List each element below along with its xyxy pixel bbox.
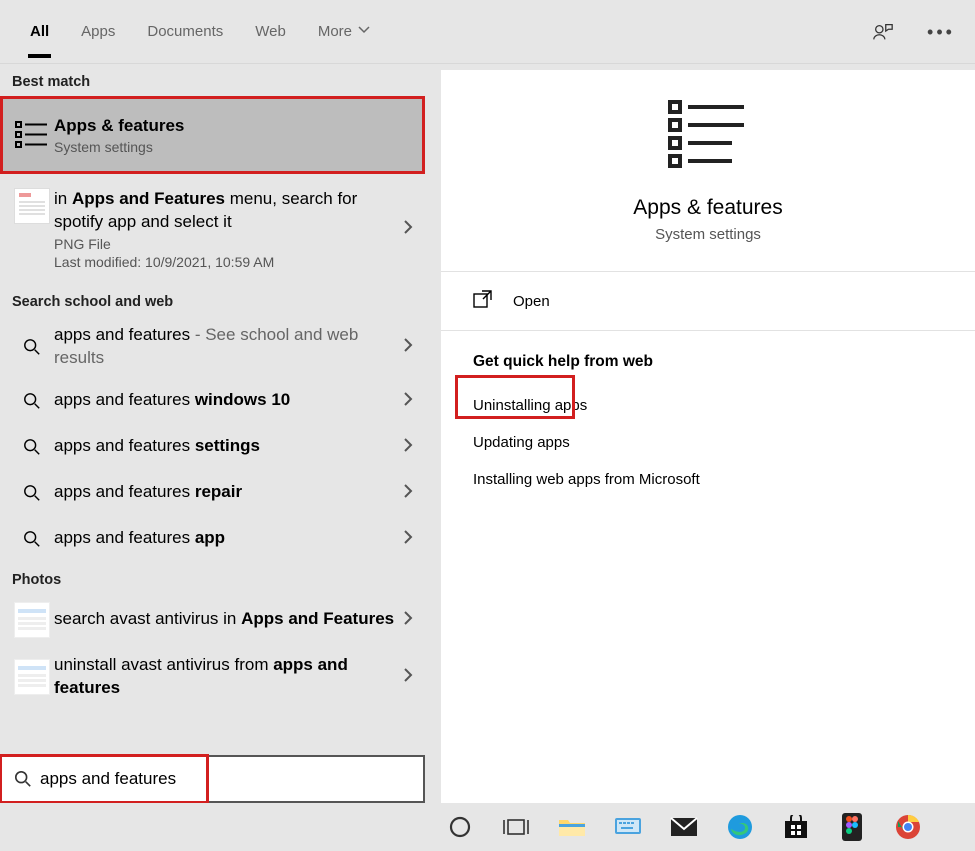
open-label: Open [513, 293, 550, 310]
photo-result-1[interactable]: search avast antivirus in Apps and Featu… [0, 594, 425, 646]
search-input-bar[interactable] [0, 755, 425, 803]
search-icon [10, 530, 54, 548]
suggestion-2[interactable]: apps and features windows 10 [0, 378, 425, 424]
suggestion-3[interactable]: apps and features settings [0, 424, 425, 470]
png-filetype: PNG File [54, 236, 397, 252]
search-icon [10, 484, 54, 502]
chevron-right-icon [403, 667, 413, 687]
search-icon [10, 392, 54, 410]
search-icon [14, 770, 32, 788]
figma-icon[interactable] [835, 810, 869, 844]
tab-more-label: More [318, 23, 352, 40]
file-explorer-icon[interactable] [555, 810, 589, 844]
suggestion-4[interactable]: apps and features repair [0, 470, 425, 516]
detail-panel: Apps & features System settings Open Get… [441, 70, 975, 803]
suggestion-1[interactable]: apps and features - See school and web r… [0, 316, 425, 378]
chevron-right-icon [403, 610, 413, 630]
suggestion-text: apps and features - See school and web r… [54, 324, 397, 370]
photo-thumbnail-icon [10, 602, 54, 638]
suggestion-5[interactable]: apps and features app [0, 516, 425, 562]
search-icon [10, 338, 54, 356]
result-apps-and-features[interactable]: Apps & features System settings [0, 96, 425, 174]
section-photos: Photos [0, 562, 425, 594]
photo-title: uninstall avast antivirus from apps and … [54, 654, 397, 700]
feedback-icon[interactable] [867, 16, 899, 48]
suggestion-text: apps and features windows 10 [54, 389, 397, 412]
chevron-right-icon [403, 529, 413, 549]
photo-result-2[interactable]: uninstall avast antivirus from apps and … [0, 646, 425, 708]
search-icon [10, 438, 54, 456]
quick-link-installing-web[interactable]: Installing web apps from Microsoft [473, 461, 943, 498]
suggestion-text: apps and features app [54, 527, 397, 550]
suggestion-text: apps and features settings [54, 435, 397, 458]
png-thumbnail-icon [10, 188, 54, 224]
tab-apps[interactable]: Apps [65, 0, 131, 64]
search-input[interactable] [40, 769, 415, 789]
apps-features-large-icon [668, 98, 748, 174]
open-icon [473, 290, 493, 312]
chevron-right-icon [403, 391, 413, 411]
photo-title: search avast antivirus in Apps and Featu… [54, 608, 397, 631]
chevron-right-icon [403, 437, 413, 457]
png-modified: Last modified: 10/9/2021, 10:59 AM [54, 254, 397, 270]
chrome-browser-icon[interactable] [891, 810, 925, 844]
result-title: Apps & features [54, 115, 397, 138]
detail-title: Apps & features [633, 196, 782, 220]
tab-all[interactable]: All [14, 0, 65, 64]
mail-icon[interactable] [667, 810, 701, 844]
edge-browser-icon[interactable] [723, 810, 757, 844]
tab-documents[interactable]: Documents [131, 0, 239, 64]
more-options-icon[interactable]: ••• [925, 16, 957, 48]
quick-link-updating[interactable]: Updating apps [473, 424, 943, 461]
task-view-icon[interactable] [499, 810, 533, 844]
taskbar [0, 803, 975, 851]
chevron-right-icon [403, 219, 413, 239]
chevron-right-icon [403, 483, 413, 503]
tab-more[interactable]: More [302, 0, 386, 64]
chevron-right-icon [403, 337, 413, 357]
png-result-title: in Apps and Features menu, search for sp… [54, 188, 397, 234]
cortana-icon[interactable] [443, 810, 477, 844]
result-subtitle: System settings [54, 139, 397, 155]
apps-features-icon [10, 120, 54, 150]
suggestion-text: apps and features repair [54, 481, 397, 504]
photo-thumbnail-icon [10, 659, 54, 695]
section-best-match: Best match [0, 64, 425, 96]
onscreen-keyboard-icon[interactable] [611, 810, 645, 844]
tab-web[interactable]: Web [239, 0, 302, 64]
quick-help-heading: Get quick help from web [473, 353, 943, 371]
detail-subtitle: System settings [655, 226, 761, 243]
section-school-web: Search school and web [0, 284, 425, 316]
search-filter-tabs: All Apps Documents Web More ••• [0, 0, 975, 64]
result-png-file[interactable]: in Apps and Features menu, search for sp… [0, 174, 425, 284]
microsoft-store-icon[interactable] [779, 810, 813, 844]
open-action[interactable]: Open [441, 272, 975, 330]
caret-down-icon [358, 23, 370, 40]
quick-link-uninstalling[interactable]: Uninstalling apps [473, 387, 943, 424]
